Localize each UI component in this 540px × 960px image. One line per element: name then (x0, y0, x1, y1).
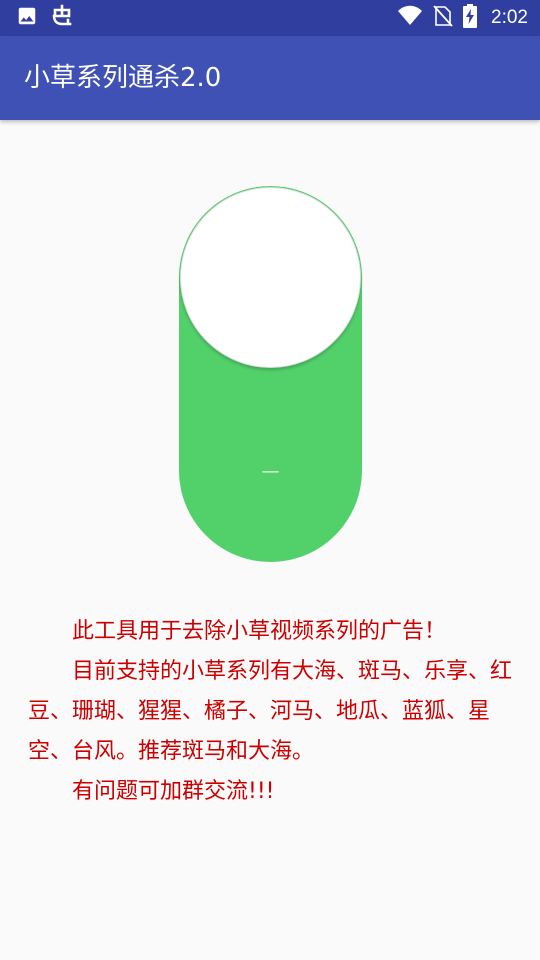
wifi-icon (397, 5, 423, 31)
status-time: 2:02 (491, 7, 528, 28)
description-paragraph: 目前支持的小草系列有大海、斑马、乐享、红豆、珊瑚、猩猩、橘子、河马、地瓜、蓝狐、… (28, 659, 513, 764)
toggle-state-mark: — (261, 461, 280, 482)
status-left-icons (16, 4, 74, 32)
description-text: 此工具用于去除小草视频系列的广告！ 目前支持的小草系列有大海、斑马、乐享、红豆、… (28, 612, 518, 812)
app-title: 小草系列通杀2.0 (24, 63, 222, 93)
no-sim-icon (433, 5, 453, 31)
description-paragraph: 此工具用于去除小草视频系列的广告！ (72, 619, 447, 644)
battery-charging-icon (463, 4, 478, 32)
app-bar: 小草系列通杀2.0 (0, 36, 540, 120)
ad-block-toggle[interactable]: — (179, 186, 362, 562)
toggle-knob[interactable] (180, 187, 361, 368)
status-right-icons: 2:02 (397, 4, 528, 32)
image-icon (16, 5, 38, 31)
description-paragraph: 有问题可加群交流!!! (72, 779, 275, 804)
status-bar: 2:02 (0, 0, 540, 36)
bug-icon (50, 4, 74, 32)
